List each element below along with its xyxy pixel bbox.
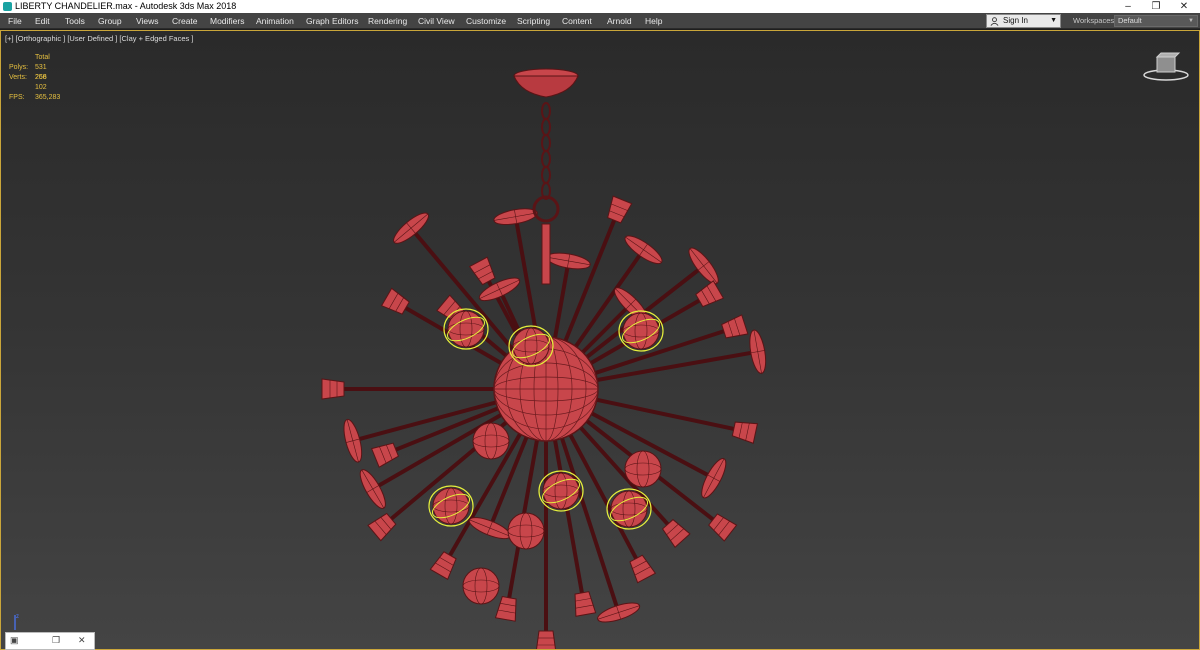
menu-create[interactable]: Create xyxy=(172,13,198,29)
shade-part xyxy=(574,591,597,617)
menu-graph-editors[interactable]: Graph Editors xyxy=(306,13,358,29)
shade-part xyxy=(629,554,657,584)
menu-scripting[interactable]: Scripting xyxy=(517,13,550,29)
mini-panel: ▣ ❐ ✕ xyxy=(5,632,95,650)
verts-value: 268 102 xyxy=(35,74,47,91)
window-title: LIBERTY CHANDELIER.max - Autodesk 3ds Ma… xyxy=(15,1,237,11)
disc-part xyxy=(701,457,727,499)
shade-part xyxy=(607,195,633,224)
shade-part xyxy=(536,630,556,649)
stats-header: Total xyxy=(35,54,50,61)
restore-icon[interactable]: ❐ xyxy=(52,635,60,646)
disc-part xyxy=(597,602,641,623)
bulb xyxy=(507,512,545,550)
disc-part xyxy=(749,329,767,374)
bulb xyxy=(624,450,662,488)
bulb xyxy=(606,488,652,530)
menu-file[interactable]: File xyxy=(8,13,22,29)
viewport-orthographic[interactable]: [+] [Orthographic ] [User Defined ] [Cla… xyxy=(0,30,1200,650)
center-stem xyxy=(541,223,551,285)
disc-part xyxy=(468,517,511,540)
minimize-button[interactable]: – xyxy=(1114,0,1142,13)
bulb xyxy=(472,422,510,460)
workspaces-select[interactable]: Default ▼ xyxy=(1114,15,1198,27)
close-button[interactable]: ✕ xyxy=(1170,0,1198,13)
disc-part xyxy=(688,247,719,285)
menu-group[interactable]: Group xyxy=(98,13,122,29)
menu-content[interactable]: Content xyxy=(562,13,592,29)
chevron-down-icon: ▼ xyxy=(1050,17,1057,24)
close-icon[interactable]: ✕ xyxy=(78,635,86,646)
disc-part xyxy=(393,212,429,244)
maximize-button[interactable]: ❐ xyxy=(1142,0,1170,13)
shade-part xyxy=(721,314,749,339)
app-icon xyxy=(3,2,12,11)
verts-label: Verts: xyxy=(9,74,27,81)
disc-part xyxy=(624,235,663,265)
menu-modifiers[interactable]: Modifiers xyxy=(210,13,244,29)
chain xyxy=(532,102,560,223)
shade-part xyxy=(429,551,457,581)
bulb xyxy=(618,310,664,352)
fps-value: 365,283 xyxy=(35,94,61,101)
bulb xyxy=(428,485,474,527)
menu-rendering[interactable]: Rendering xyxy=(368,13,407,29)
bulb xyxy=(443,308,489,350)
bulb xyxy=(508,325,554,367)
viewport-label[interactable]: [+] [Orthographic ] [User Defined ] [Cla… xyxy=(5,34,193,43)
menu-bar: File Edit Tools Group Views Create Modif… xyxy=(0,13,1200,29)
polys-label: Polys: xyxy=(9,64,29,71)
disc-part xyxy=(493,208,538,226)
chandelier-model[interactable] xyxy=(1,31,1199,649)
disc-part xyxy=(359,469,386,509)
menu-customize[interactable]: Customize xyxy=(466,13,506,29)
menu-help[interactable]: Help xyxy=(645,13,662,29)
user-icon xyxy=(990,17,999,26)
menu-animation[interactable]: Animation xyxy=(256,13,294,29)
title-bar: LIBERTY CHANDELIER.max - Autodesk 3ds Ma… xyxy=(0,0,1200,13)
sign-in-dropdown[interactable]: Sign In ▼ xyxy=(986,14,1061,28)
fps-label: FPS: xyxy=(9,94,25,101)
disc-part xyxy=(546,252,591,270)
shade-part xyxy=(468,256,496,286)
app-icon[interactable]: ▣ xyxy=(10,635,19,646)
menu-views[interactable]: Views xyxy=(136,13,159,29)
axis-tripod-icon: z xyxy=(14,614,19,630)
shade-part xyxy=(370,442,400,468)
svg-text:z: z xyxy=(16,614,19,620)
bulb xyxy=(538,470,584,512)
chevron-down-icon: ▼ xyxy=(1188,18,1194,24)
menu-arnold[interactable]: Arnold xyxy=(607,13,632,29)
shade-part xyxy=(731,421,759,444)
bulb xyxy=(462,567,500,605)
menu-civil-view[interactable]: Civil View xyxy=(418,13,455,29)
shade-part xyxy=(494,595,517,622)
sign-in-label: Sign In xyxy=(1003,16,1028,25)
menu-tools[interactable]: Tools xyxy=(65,13,85,29)
menu-edit[interactable]: Edit xyxy=(35,13,50,29)
shade-part xyxy=(380,287,410,315)
shade-part xyxy=(695,280,725,308)
viewcube-icon[interactable] xyxy=(1141,51,1191,83)
ceiling-canopy xyxy=(513,68,579,98)
workspace-value: Default xyxy=(1118,16,1142,25)
disc-part xyxy=(343,418,363,463)
workspaces-label: Workspaces: xyxy=(1073,16,1117,25)
shade-part xyxy=(321,378,345,400)
